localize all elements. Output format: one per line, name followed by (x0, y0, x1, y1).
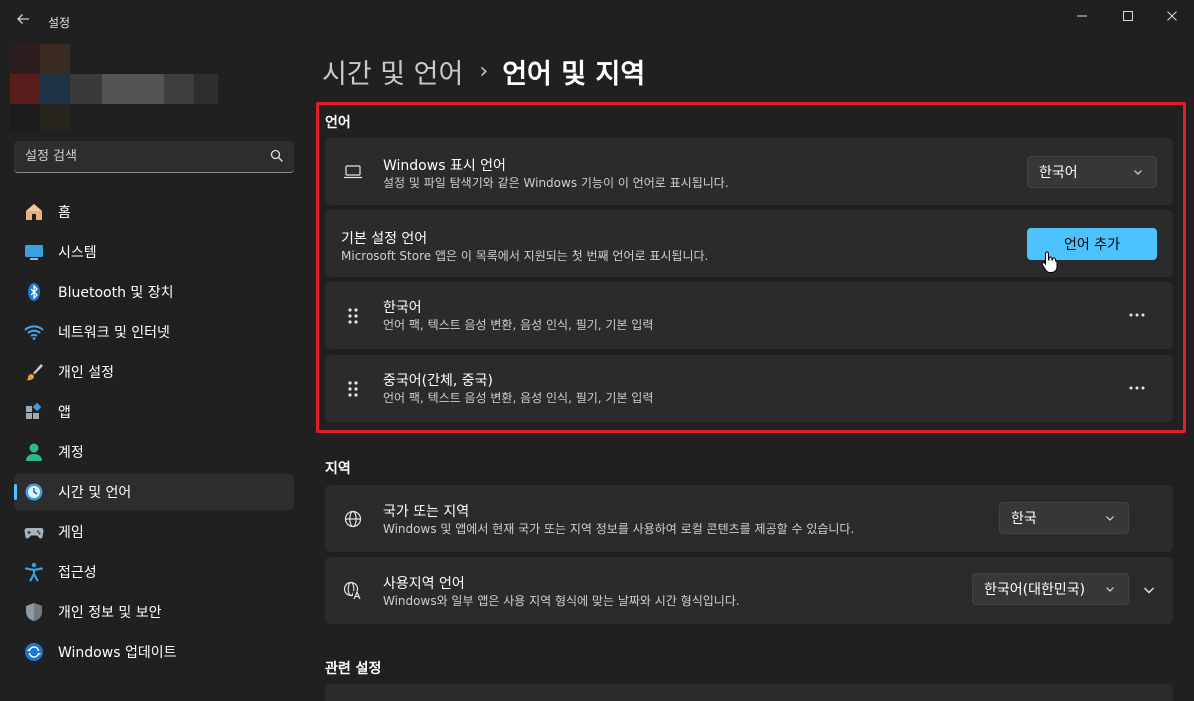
more-options-button[interactable] (1121, 372, 1153, 404)
regional-format-description: Windows와 일부 앱은 사용 지역 형식에 맞는 날짜와 시간 형식입니다… (383, 594, 740, 608)
section-title-region: 지역 (325, 461, 351, 477)
sidebar-item-label: 개인 설정 (58, 365, 114, 381)
accessibility-icon (23, 561, 45, 583)
breadcrumb-parent[interactable]: 시간 및 언어 (322, 52, 463, 91)
regional-format-title: 사용지역 언어 (383, 576, 465, 592)
sidebar-item-apps[interactable]: 앱 (14, 394, 294, 430)
section-title-related: 관련 설정 (325, 661, 382, 677)
regional-format-value: 한국어(대한민국) (984, 582, 1086, 598)
regional-format-card: 사용지역 언어 Windows와 일부 앱은 사용 지역 형식에 맞는 날짜와 … (325, 557, 1173, 624)
more-icon (1129, 386, 1145, 390)
display-language-value: 한국어 (1039, 165, 1078, 181)
bluetooth-icon (23, 281, 45, 303)
country-region-dropdown[interactable]: 한국 (999, 502, 1129, 534)
apps-icon (23, 401, 45, 423)
sidebar-item-network[interactable]: 네트워크 및 인터넷 (14, 314, 294, 350)
more-icon (1129, 313, 1145, 317)
search-input[interactable] (14, 141, 264, 172)
language-name: 한국어 (383, 300, 422, 316)
wifi-icon (23, 321, 45, 343)
drag-handle-icon[interactable] (343, 379, 363, 399)
brush-icon (23, 361, 45, 383)
display-language-card: Windows 표시 언어 설정 및 파일 탐색기와 같은 Windows 기능… (325, 138, 1173, 205)
close-button[interactable] (1152, 0, 1192, 32)
update-icon (23, 641, 45, 663)
sidebar-item-home[interactable]: 홈 (14, 194, 294, 230)
sidebar-nav: 홈 시스템 Bluetooth 및 장치 네트워크 및 인터넷 개인 설정 앱 (14, 194, 294, 674)
sidebar-item-accessibility[interactable]: 접근성 (14, 554, 294, 590)
laptop-icon (343, 162, 363, 182)
sidebar-item-label: Bluetooth 및 장치 (58, 285, 174, 301)
sidebar-item-label: 개인 정보 및 보안 (58, 605, 162, 621)
page-title: 언어 및 지역 (502, 59, 646, 90)
country-region-card: 국가 또는 지역 Windows 및 앱에서 현재 국가 또는 지역 정보를 사… (325, 485, 1173, 552)
display-language-dropdown[interactable]: 한국어 (1027, 156, 1157, 188)
sidebar-item-label: 시간 및 언어 (58, 485, 132, 501)
display-language-description: 설정 및 파일 탐색기와 같은 Windows 기능이 이 언어로 표시됩니다. (383, 176, 729, 190)
shield-icon (23, 601, 45, 623)
system-icon (23, 241, 45, 263)
preferred-languages-title: 기본 설정 언어 (341, 231, 428, 247)
sidebar-item-windows-update[interactable]: Windows 업데이트 (14, 634, 294, 670)
title-bar: 설정 (0, 0, 1194, 44)
add-language-label: 언어 추가 (1064, 237, 1120, 253)
language-item-korean: 한국어 언어 팩, 텍스트 음성 변환, 음성 인식, 필기, 기본 입력 (325, 282, 1173, 349)
sidebar-item-label: 접근성 (58, 565, 97, 581)
language-features: 언어 팩, 텍스트 음성 변환, 음성 인식, 필기, 기본 입력 (383, 391, 654, 405)
globe-icon (343, 509, 363, 529)
regional-format-dropdown[interactable]: 한국어(대한민국) (972, 573, 1129, 605)
sidebar-item-label: 홈 (58, 205, 71, 221)
sidebar-item-label: 게임 (58, 525, 84, 541)
close-icon (1167, 11, 1177, 21)
regional-format-icon (343, 581, 363, 601)
preferred-languages-card: 기본 설정 언어 Microsoft Store 앱은 이 목록에서 지원되는 … (325, 210, 1173, 277)
chevron-down-icon (1106, 516, 1114, 521)
sidebar-item-bluetooth[interactable]: Bluetooth 및 장치 (14, 274, 294, 310)
preferred-languages-description: Microsoft Store 앱은 이 목록에서 지원되는 첫 번째 언어로 … (341, 249, 709, 263)
sidebar-item-gaming[interactable]: 게임 (14, 514, 294, 550)
back-arrow-icon (17, 14, 29, 24)
breadcrumb-separator: › (479, 59, 489, 84)
maximize-button[interactable] (1108, 0, 1148, 32)
hand-cursor-icon (1041, 251, 1058, 273)
sidebar-item-label: 시스템 (58, 245, 97, 261)
sidebar-item-label: Windows 업데이트 (58, 645, 177, 661)
chevron-down-icon (1106, 587, 1114, 592)
sidebar-item-label: 계정 (58, 445, 84, 461)
home-icon (23, 201, 45, 223)
drag-handle-icon[interactable] (343, 306, 363, 326)
minimize-icon (1077, 15, 1087, 17)
language-name: 중국어(간체, 중국) (383, 373, 493, 389)
maximize-icon (1123, 11, 1133, 21)
sidebar-item-time-language[interactable]: 시간 및 언어 (14, 474, 294, 510)
app-title: 설정 (48, 16, 71, 30)
expand-button[interactable] (1133, 574, 1165, 606)
country-region-value: 한국 (1011, 511, 1037, 527)
gamepad-icon (23, 521, 45, 543)
sidebar-item-personalization[interactable]: 개인 설정 (14, 354, 294, 390)
chevron-down-icon (1134, 170, 1142, 175)
more-options-button[interactable] (1121, 299, 1153, 331)
breadcrumb: 시간 및 언어 › 언어 및 지역 (322, 52, 645, 91)
settings-search[interactable] (14, 141, 294, 173)
profile-avatar[interactable] (10, 44, 220, 132)
country-region-title: 국가 또는 지역 (383, 504, 470, 520)
section-title-language: 언어 (325, 115, 351, 131)
language-features: 언어 팩, 텍스트 음성 변환, 음성 인식, 필기, 기본 입력 (383, 318, 654, 332)
search-icon[interactable] (270, 149, 284, 163)
back-button[interactable] (12, 10, 34, 32)
country-region-description: Windows 및 앱에서 현재 국가 또는 지역 정보를 사용하여 로컬 콘텐… (383, 522, 855, 536)
minimize-button[interactable] (1062, 0, 1102, 32)
account-icon (23, 441, 45, 463)
sidebar-item-privacy[interactable]: 개인 정보 및 보안 (14, 594, 294, 630)
related-settings-card[interactable] (325, 684, 1173, 701)
sidebar-item-label: 네트워크 및 인터넷 (58, 325, 170, 341)
time-language-icon (23, 481, 45, 503)
display-language-title: Windows 표시 언어 (383, 158, 506, 174)
language-item-chinese: 중국어(간체, 중국) 언어 팩, 텍스트 음성 변환, 음성 인식, 필기, … (325, 355, 1173, 422)
chevron-down-icon (1144, 587, 1154, 594)
sidebar-item-accounts[interactable]: 계정 (14, 434, 294, 470)
sidebar-item-label: 앱 (58, 405, 71, 421)
sidebar-item-system[interactable]: 시스템 (14, 234, 294, 270)
